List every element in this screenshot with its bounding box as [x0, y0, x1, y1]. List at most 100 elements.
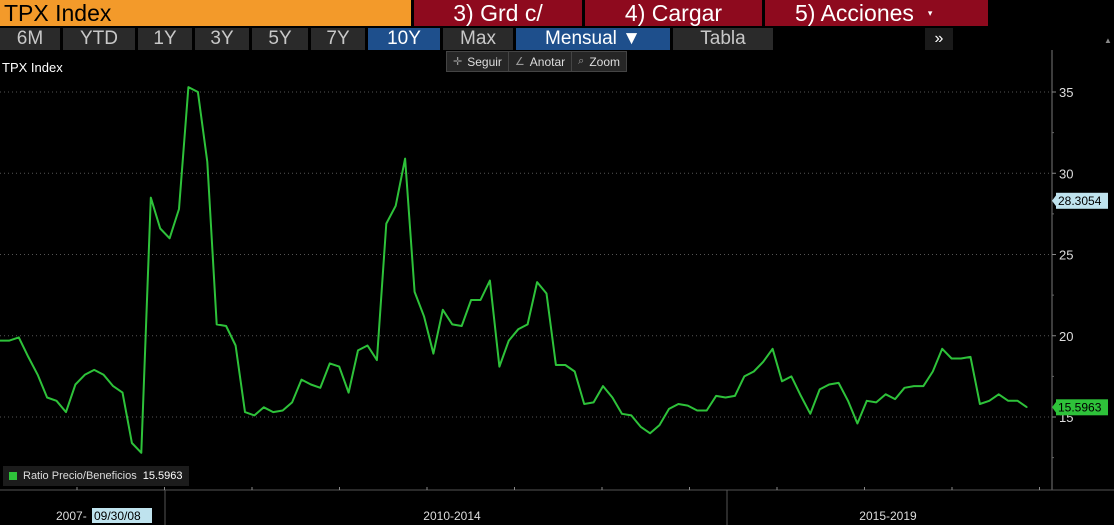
data-point [837, 382, 840, 384]
period-6m[interactable]: 6M [0, 28, 60, 50]
period-max[interactable]: Max [443, 28, 513, 50]
more-chevron-icon[interactable]: » [925, 28, 953, 50]
scroll-up-icon[interactable]: ▲ [1104, 36, 1112, 46]
data-point [451, 323, 453, 325]
frequency-dropdown[interactable]: Mensual ▼ [516, 28, 670, 50]
data-point [253, 414, 255, 416]
data-point [856, 422, 859, 425]
data-point [800, 395, 802, 397]
data-point [687, 405, 689, 407]
actions-label: 5) Acciones [795, 0, 914, 26]
security-title[interactable]: TPX Index [0, 0, 411, 26]
period-1y[interactable]: 1Y [138, 28, 192, 50]
data-point [772, 348, 774, 350]
data-point [234, 344, 237, 347]
data-point [168, 237, 171, 239]
data-point [545, 292, 548, 295]
data-point [348, 392, 350, 394]
data-point [461, 325, 463, 327]
data-point [988, 400, 990, 402]
table-button[interactable]: Tabla [673, 28, 773, 50]
data-point [527, 323, 529, 325]
data-point [611, 396, 614, 399]
data-point [103, 374, 105, 376]
y-tick-label: 25 [1059, 248, 1073, 263]
data-point [159, 227, 161, 230]
data-point [498, 366, 500, 368]
data-point [724, 396, 727, 399]
x-axis-label: 2007- [56, 509, 87, 523]
axis-layer: 1520253035 [0, 50, 1114, 525]
data-point [762, 361, 764, 363]
series-line [0, 86, 1028, 454]
y-tick-label: 35 [1059, 85, 1073, 100]
data-point [753, 370, 755, 373]
data-point [866, 400, 868, 402]
data-point [413, 291, 416, 293]
data-point [1026, 406, 1028, 408]
data-point [885, 393, 887, 395]
load-button[interactable]: 4) Cargar [585, 0, 762, 26]
data-point [706, 409, 708, 412]
period-ytd[interactable]: YTD [63, 28, 135, 50]
data-point [206, 161, 208, 163]
data-point [489, 279, 491, 282]
data-point [922, 385, 924, 387]
period-5y[interactable]: 5Y [252, 28, 308, 50]
data-point [592, 401, 595, 403]
data-point [602, 385, 604, 387]
chart-legend: Ratio Precio/Beneficios 15.5963 [3, 466, 189, 486]
actions-menu[interactable]: 5) Acciones ▾ [765, 0, 988, 26]
period-7y[interactable]: 7Y [311, 28, 365, 50]
x-date-label: 09/30/08 [94, 509, 141, 523]
value-marker-label: 28.3054 [1058, 194, 1102, 208]
data-point [969, 356, 972, 358]
data-point [46, 396, 48, 399]
line-layer [0, 86, 1028, 454]
legend-label: Ratio Precio/Beneficios [23, 470, 137, 482]
data-point [395, 205, 397, 207]
data-point [809, 413, 811, 415]
data-point [1016, 400, 1019, 402]
data-point [564, 364, 566, 366]
grid-layer [0, 91, 1050, 418]
data-point [470, 299, 472, 301]
data-point [65, 411, 67, 413]
data-point [112, 385, 114, 387]
value-marker-label: 15.5963 [1058, 400, 1102, 414]
data-point [131, 442, 133, 444]
data-point [187, 86, 190, 88]
data-point [819, 388, 821, 390]
x-axis-label: 2010-2014 [423, 509, 481, 523]
data-point [574, 370, 576, 373]
data-point [517, 328, 519, 330]
chevron-down-icon: ▾ [927, 7, 933, 18]
period-10y[interactable]: 10Y [368, 28, 440, 50]
pe-ratio-chart[interactable]: 1520253035 2007- 2010-2014 2015-201909/30/… [0, 50, 1114, 525]
data-point [668, 408, 670, 410]
period-toolbar: 6M YTD 1Y 3Y 5Y 7Y 10Y Max Mensual ▼ Tab… [0, 28, 1114, 50]
y-tick-label: 20 [1059, 329, 1073, 344]
data-point [781, 380, 783, 382]
data-point [197, 91, 199, 93]
data-point [93, 369, 95, 371]
data-point [376, 359, 378, 361]
data-point [979, 403, 981, 405]
data-point [300, 379, 303, 381]
data-point [1007, 400, 1009, 402]
data-point [640, 426, 642, 428]
data-point [18, 336, 20, 338]
data-point [55, 400, 58, 402]
x-axis-label: 2015-2019 [859, 509, 917, 523]
data-point [790, 375, 793, 377]
legend-value: 15.5963 [142, 470, 183, 482]
data-point [932, 370, 934, 373]
data-point [423, 315, 425, 317]
data-point [508, 340, 510, 342]
save-as-button[interactable]: 3) Grd c/ [414, 0, 582, 26]
data-point [140, 452, 142, 454]
data-point [432, 353, 435, 355]
data-point [951, 357, 953, 360]
period-3y[interactable]: 3Y [195, 28, 249, 50]
data-point [903, 387, 906, 389]
